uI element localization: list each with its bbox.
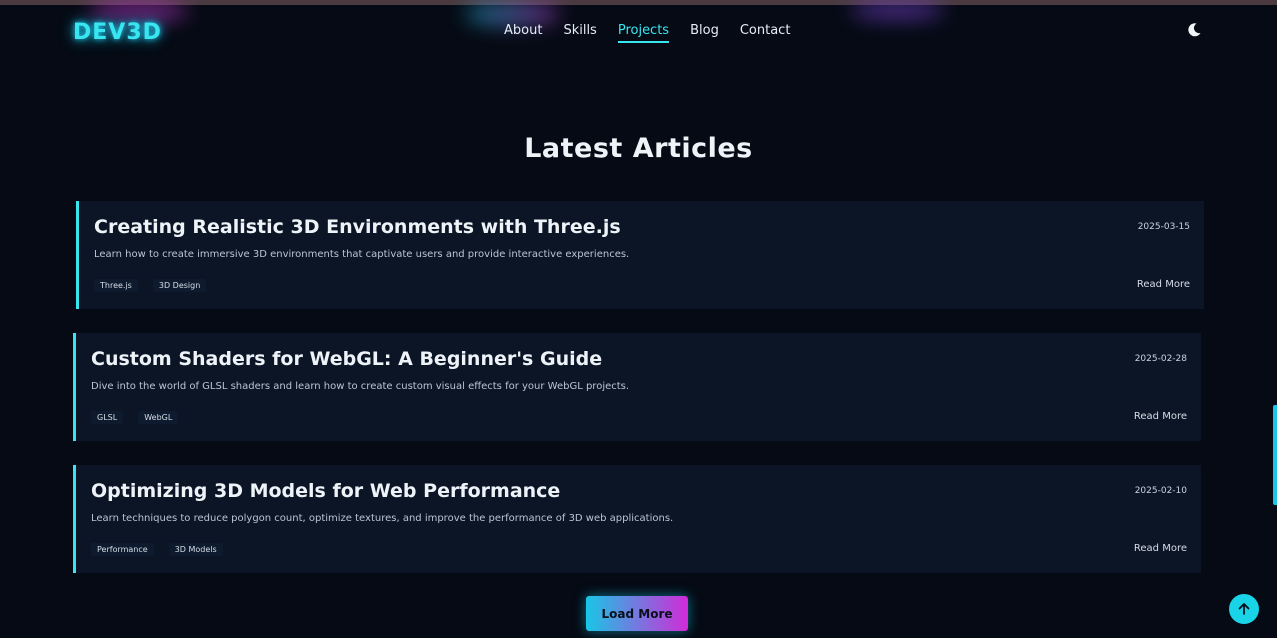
article-tags: Three.js 3D Design	[94, 279, 221, 292]
article-title[interactable]: Custom Shaders for WebGL: A Beginner's G…	[91, 348, 602, 370]
article-tags: GLSL WebGL	[91, 411, 193, 424]
moon-icon[interactable]	[1186, 22, 1202, 38]
article-card: Custom Shaders for WebGL: A Beginner's G…	[73, 333, 1201, 441]
article-tags: Performance 3D Models	[91, 543, 238, 556]
article-tag[interactable]: 3D Design	[152, 279, 207, 292]
article-description: Dive into the world of GLSL shaders and …	[91, 381, 630, 392]
load-more-button[interactable]: Load More	[586, 596, 688, 631]
site-header: DEV3D About Skills Projects Blog Contact	[0, 5, 1277, 60]
article-description: Learn how to create immersive 3D environ…	[94, 249, 630, 260]
article-tag[interactable]: Performance	[91, 543, 154, 556]
article-date: 2025-02-10	[1134, 486, 1187, 496]
scroll-to-top-button[interactable]	[1229, 594, 1259, 624]
article-tag[interactable]: Three.js	[94, 279, 138, 292]
site-logo[interactable]: DEV3D	[73, 20, 162, 45]
main-nav: About Skills Projects Blog Contact	[504, 23, 811, 43]
scrollbar-accent	[1273, 405, 1277, 505]
nav-skills[interactable]: Skills	[563, 23, 596, 43]
section-title: Latest Articles	[524, 133, 753, 164]
read-more-link[interactable]: Read More	[1134, 411, 1187, 422]
arrow-up-icon	[1238, 603, 1250, 615]
article-title[interactable]: Optimizing 3D Models for Web Performance	[91, 480, 560, 502]
article-date: 2025-03-15	[1137, 222, 1190, 232]
nav-projects[interactable]: Projects	[617, 23, 670, 43]
article-date: 2025-02-28	[1134, 354, 1187, 364]
nav-blog[interactable]: Blog	[690, 23, 719, 43]
read-more-link[interactable]: Read More	[1137, 279, 1190, 290]
read-more-link[interactable]: Read More	[1134, 543, 1187, 554]
article-card: Optimizing 3D Models for Web Performance…	[73, 465, 1201, 573]
nav-contact[interactable]: Contact	[740, 23, 791, 43]
article-tag[interactable]: WebGL	[138, 411, 179, 424]
article-description: Learn techniques to reduce polygon count…	[91, 513, 674, 524]
article-title[interactable]: Creating Realistic 3D Environments with …	[94, 216, 621, 238]
nav-about[interactable]: About	[504, 23, 542, 43]
article-tag[interactable]: GLSL	[91, 411, 124, 424]
article-tag[interactable]: 3D Models	[168, 543, 223, 556]
article-card: Creating Realistic 3D Environments with …	[76, 201, 1204, 309]
